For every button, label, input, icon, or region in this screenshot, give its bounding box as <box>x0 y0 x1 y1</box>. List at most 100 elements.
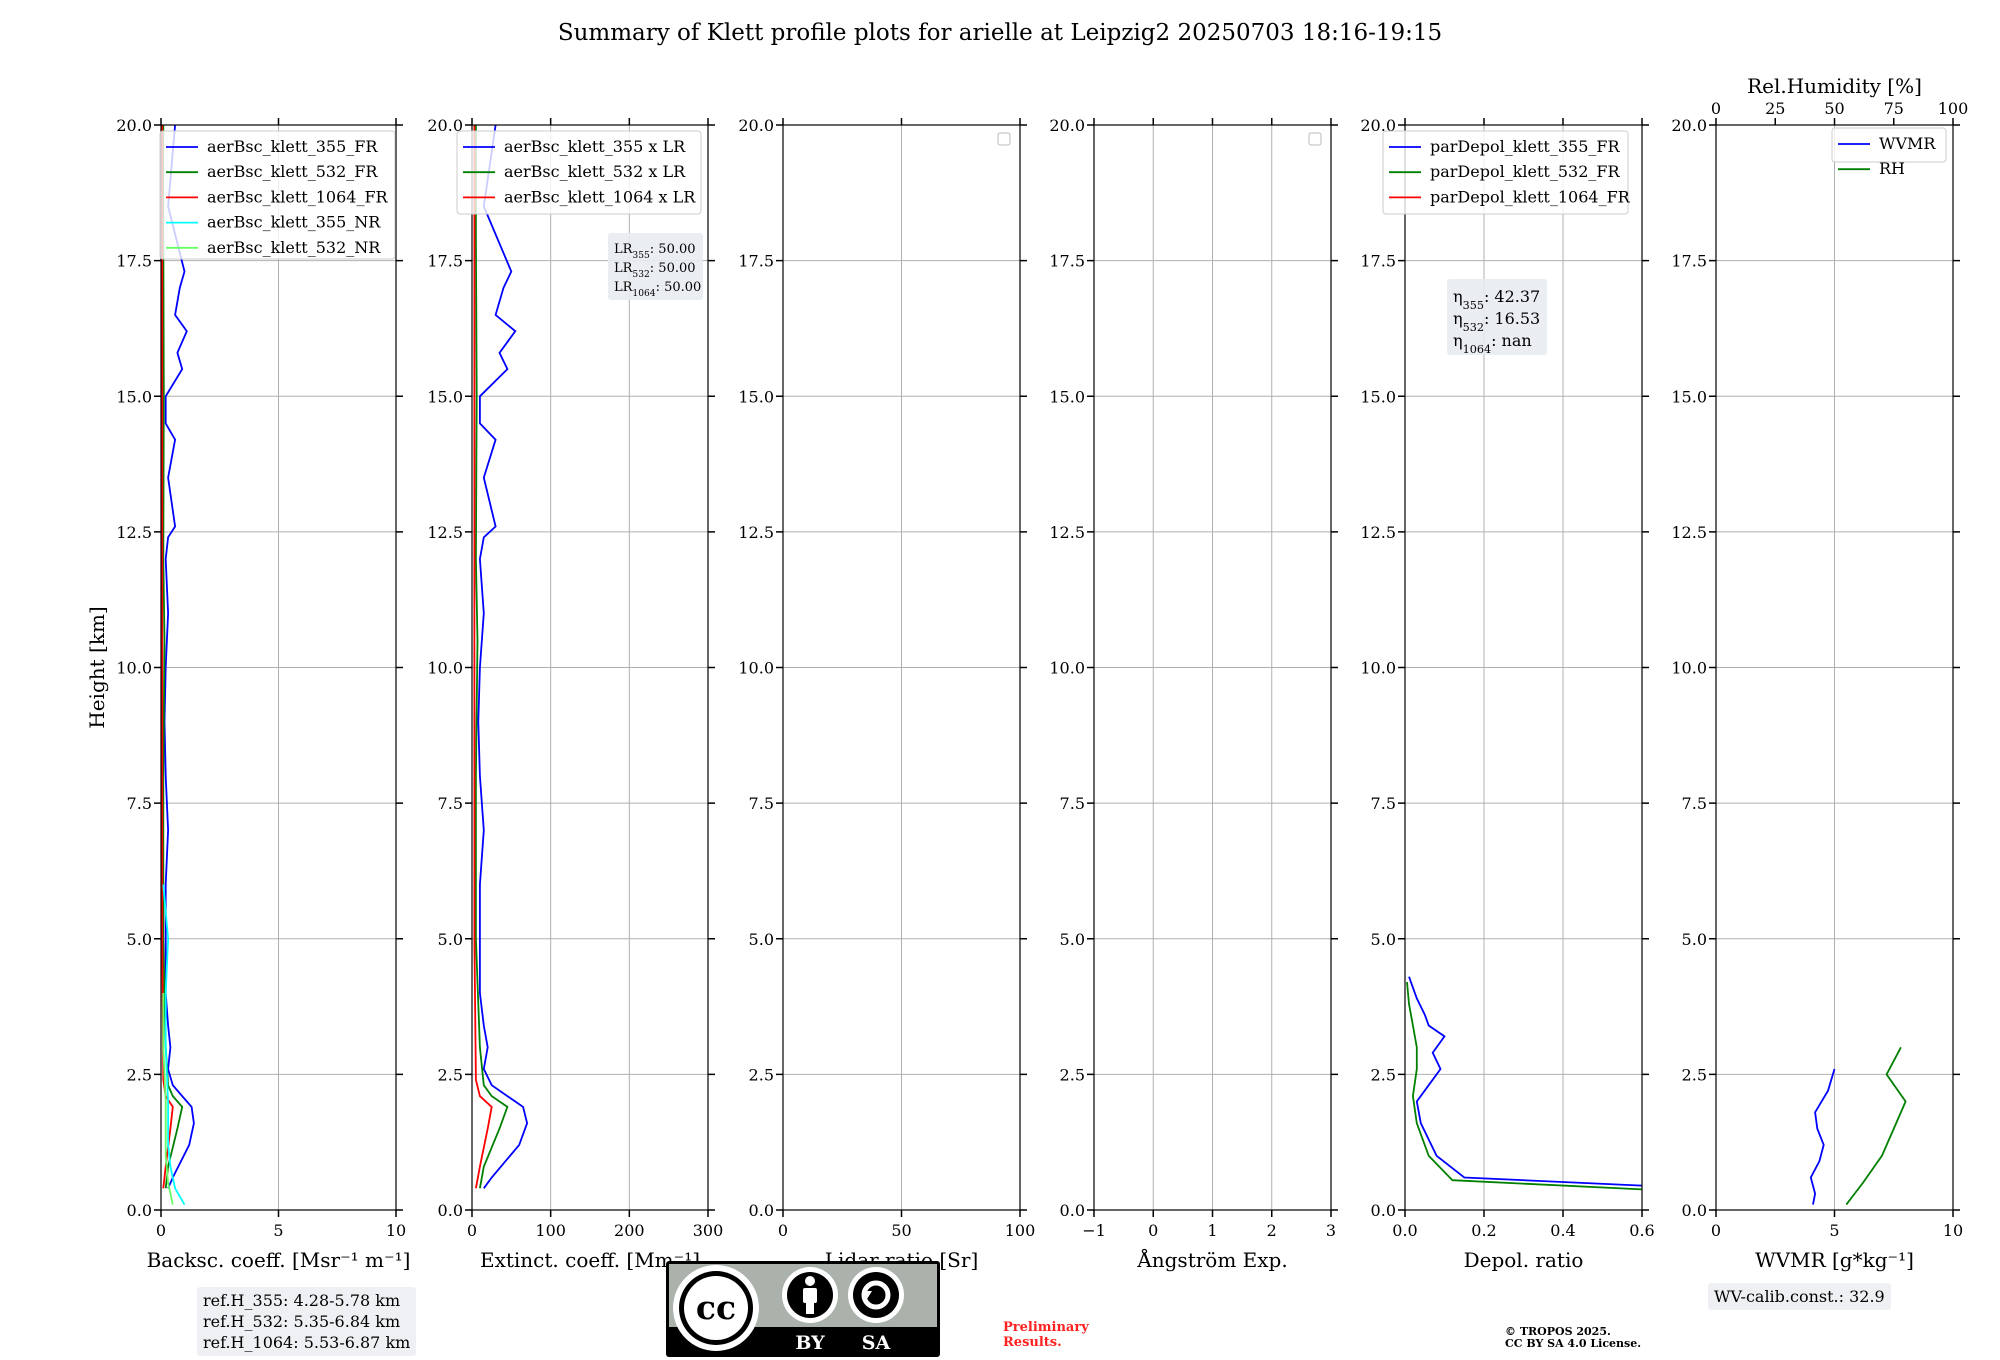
y-tick-label: 15.0 <box>1671 387 1707 406</box>
y-tick-label: 12.5 <box>1671 523 1707 542</box>
annotation-box: η355: 42.37η532: 16.53η1064: nan <box>1447 279 1547 356</box>
x-tick-label: 0.6 <box>1629 1221 1654 1240</box>
top-x-tick-label: 25 <box>1765 99 1785 118</box>
x-tick-label: 1 <box>1207 1221 1217 1240</box>
y-tick-label: 7.5 <box>438 794 463 813</box>
y-tick-label: 17.5 <box>1671 252 1707 271</box>
x-axis-label: WVMR [g*kg⁻¹] <box>1755 1248 1914 1272</box>
x-tick-label: 200 <box>614 1221 645 1240</box>
y-tick-label: 10.0 <box>1049 659 1085 678</box>
panel-4: 0.0 2.5 5.0 7.5 10.0 12.5 15.0 17.5 20.0 −1 0 1 2 3 Ån… <box>1049 116 1338 1272</box>
y-tick-label: 20.0 <box>1671 116 1707 135</box>
y-tick-label: 0.0 <box>1371 1201 1396 1220</box>
y-tick-label: 2.5 <box>127 1065 152 1084</box>
x-axis-label: Backsc. coeff. [Msr⁻¹ m⁻¹] <box>147 1248 411 1272</box>
y-tick-label: 17.5 <box>1360 252 1396 271</box>
panel-6: 0.02.55.07.510.012.515.017.520.00 5 10WVMR… <box>1671 74 1968 1272</box>
by-label: BY <box>795 1332 825 1354</box>
legend: aerBsc_klett_355_FR aerBsc_klett_532_FRae… <box>159 130 396 260</box>
legend-label: aerBsc_klett_355_FR <box>207 137 378 156</box>
y-tick-label: 15.0 <box>116 387 152 406</box>
y-tick-label: 7.5 <box>127 794 152 813</box>
x-tick-label: 0.0 <box>1392 1221 1417 1240</box>
y-tick-label: 17.5 <box>116 252 152 271</box>
y-tick-label: 5.0 <box>1682 930 1707 949</box>
y-tick-label: 2.5 <box>749 1065 774 1084</box>
figure: Summary of Klett profile plots for ariel… <box>0 0 2000 1360</box>
y-tick-label: 10.0 <box>1671 659 1707 678</box>
preliminary-line: Preliminary <box>1003 1320 1089 1335</box>
legend-label: parDepol_klett_532_FR <box>1430 162 1621 181</box>
copyright-line: CC BY SA 4.0 License. <box>1505 1337 1642 1350</box>
top-axis-label: Rel.Humidity [%] <box>1747 74 1922 98</box>
y-tick-label: 5.0 <box>127 930 152 949</box>
y-tick-label: 15.0 <box>738 387 774 406</box>
y-tick-label: 5.0 <box>1371 930 1396 949</box>
y-tick-label: 2.5 <box>438 1065 463 1084</box>
x-tick-label: −1 <box>1082 1221 1106 1240</box>
top-x-tick-label: 100 <box>1938 99 1969 118</box>
sa-label: SA <box>862 1332 891 1354</box>
y-tick-label: 15.0 <box>1049 387 1085 406</box>
info-line: ref.H_355: 4.28-5.78 km <box>203 1291 401 1310</box>
x-tick-label: 50 <box>891 1221 911 1240</box>
y-tick-label: 7.5 <box>1371 794 1396 813</box>
series-line <box>163 124 195 1189</box>
series-line <box>1845 1046 1907 1206</box>
x-tick-label: 0.4 <box>1550 1221 1575 1240</box>
y-tick-label: 20.0 <box>116 116 152 135</box>
series-line <box>1406 982 1643 1191</box>
y-tick-label: 2.5 <box>1682 1065 1707 1084</box>
x-tick-label: 5 <box>273 1221 283 1240</box>
legend-label: parDepol_klett_355_FR <box>1430 137 1621 156</box>
x-tick-label: 0 <box>1148 1221 1158 1240</box>
legend: WVMR RH <box>1831 127 1947 178</box>
legend: aerBsc_klett_355 x LR aerBsc_klett_532 x … <box>456 130 702 215</box>
info-line: ref.H_532: 5.35-6.84 km <box>203 1312 401 1331</box>
legend-label: aerBsc_klett_532_FR <box>207 162 378 181</box>
y-tick-label: 0.0 <box>127 1201 152 1220</box>
y-tick-label: 10.0 <box>738 659 774 678</box>
y-tick-label: 10.0 <box>116 659 152 678</box>
top-x-tick-label: 75 <box>1884 99 1904 118</box>
info-line: ref.H_1064: 5.53-6.87 km <box>203 1333 411 1352</box>
y-tick-label: 20.0 <box>738 116 774 135</box>
x-tick-label: 10 <box>386 1221 406 1240</box>
annotation-box: LR355: 50.00LR532: 50.00LR1064: 50.00 <box>608 233 703 300</box>
x-tick-label: 10 <box>1943 1221 1963 1240</box>
legend-label: aerBsc_klett_355 x LR <box>504 137 686 156</box>
top-x-tick-label: 0 <box>1711 99 1721 118</box>
legend-label: aerBsc_klett_532_NR <box>207 238 381 257</box>
legend-label: WVMR <box>1879 134 1936 153</box>
reference-height-box: ref.H_355: 4.28-5.78 km ref.H_532: 5.35-… <box>197 1287 417 1356</box>
y-tick-label: 17.5 <box>427 252 463 271</box>
y-tick-label: 17.5 <box>1049 252 1085 271</box>
panel-2: 0.02.55.07.510.012.515.017.520.00 100 200 3… <box>427 116 723 1272</box>
y-tick-label: 5.0 <box>1060 930 1085 949</box>
x-tick-label: 0 <box>1711 1221 1721 1240</box>
y-axis-label: Height [km] <box>85 606 109 728</box>
panel-3: 0.02.55.07.510.012.515.017.520.00 50 100Li… <box>738 116 1035 1272</box>
wv-calibration-box: WV-calib.const.: 32.9 <box>1708 1283 1891 1310</box>
panel-5: 0.02.55.07.510.012.515.017.520.00.0 0.2 0.… <box>1360 116 1654 1272</box>
preliminary-note: Preliminary Results. <box>1003 1320 1089 1350</box>
y-tick-label: 5.0 <box>438 930 463 949</box>
x-tick-label: 5 <box>1829 1221 1839 1240</box>
plot-canvas: 0.02.55.07.510.012.515.017.520.00 5 10Back… <box>85 74 1968 1272</box>
x-axis-label: Depol. ratio <box>1464 1248 1584 1272</box>
preliminary-line: Results. <box>1003 1335 1062 1350</box>
top-x-tick-label: 50 <box>1824 99 1844 118</box>
y-tick-label: 0.0 <box>1682 1201 1707 1220</box>
y-tick-label: 0.0 <box>1060 1201 1085 1220</box>
x-axis-label: Ångström Exp. <box>1136 1247 1287 1272</box>
y-tick-label: 12.5 <box>427 523 463 542</box>
legend-label: aerBsc_klett_355_NR <box>207 213 381 232</box>
y-tick-label: 12.5 <box>738 523 774 542</box>
legend-label: parDepol_klett_1064_FR <box>1430 187 1631 206</box>
y-tick-label: 17.5 <box>738 252 774 271</box>
y-tick-label: 12.5 <box>1049 523 1085 542</box>
y-tick-label: 7.5 <box>749 794 774 813</box>
panel-1: 0.0 2.5 5.0 7.5 10.0 12.5 15.0 17.5 20.0 0 5 10 Back… <box>85 116 410 1272</box>
legend: parDepol_klett_355_FR parDepol_klett_532_… <box>1382 130 1631 215</box>
y-tick-label: 7.5 <box>1060 794 1085 813</box>
